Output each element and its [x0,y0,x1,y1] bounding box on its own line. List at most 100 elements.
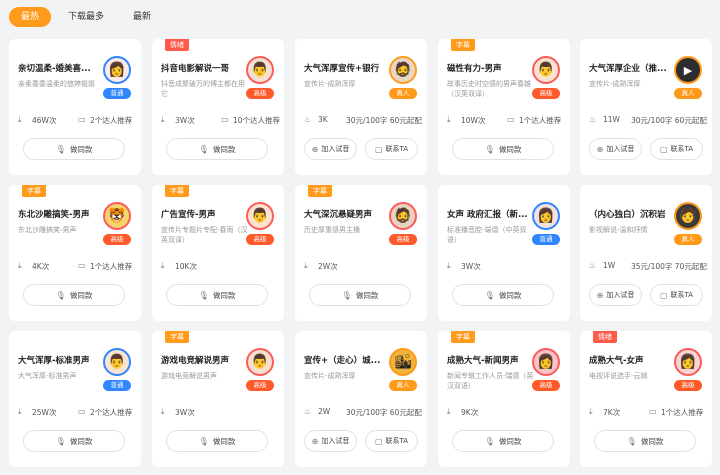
contact-label: 联系TA [670,291,694,299]
level-badge: 高级 [246,380,274,391]
price-text: 30元/100字 60元起配 [346,116,422,125]
voice-avatar[interactable]: 👨 [103,348,131,376]
recommend-count: 2个达人推荐 [90,116,133,125]
contact-button[interactable]: ▢ 联系TA [650,284,703,306]
category-tag: 字幕 [308,185,332,197]
voice-card[interactable]: 字幕 游戏电竞解说男声 游戏电竞解说男声 👨 高级 ⤓ 3W次 🎙 做同款 [152,331,284,467]
voice-card[interactable]: 大气浑厚宣传+银行 宣传片-成熟浑厚 🧔 真人 ♨ 3K 30元/100字 60元起配 ⊕ 加入… [295,39,427,175]
video-icon: ▭ [78,261,86,270]
mic-icon: 🎙 [198,144,209,154]
listen-label: 做同款 [212,290,236,300]
voice-avatar[interactable]: 🧑 [674,202,702,230]
listen-button[interactable]: 🎙 做同款 [23,430,125,452]
voice-card[interactable]: 字幕 东北沙雕搞笑-男声 东北沙雕搞笑-男声 🐯 高级 ⤓ 4K次 ▭ 1个达人推荐 🎙 做同款 [9,185,141,321]
video-icon: ▭ [78,407,86,416]
listen-button[interactable]: 🎙 做同款 [594,430,696,452]
try-voice-label: 加入试音 [606,291,635,299]
recommend-count: 2个达人推荐 [90,408,133,417]
voice-avatar[interactable]: 👩 [532,348,560,376]
voice-title: 广告宣传-男声 [161,210,216,220]
voice-description: 抖音成聚破万的博主都在用它 [161,80,245,98]
voice-avatar[interactable]: 🐯 [103,202,131,230]
card-stats: ⤓ 10W次 ▭ 1个达人推荐 [447,115,565,127]
card-stats: ⤓ 3W次 [447,261,565,273]
listen-button[interactable]: 🎙 做同款 [166,430,268,452]
voice-avatar[interactable]: 👨 [246,56,274,84]
download-icon: ⤓ [304,261,308,270]
download-icon: ⤓ [447,407,451,416]
voice-avatar[interactable]: 👨 [246,348,274,376]
voice-card[interactable]: 女声 政府汇报（新... 标准播音腔-端熠（中英双语） 👩 普通 ⤓ 3W次 🎙 做同款 [438,185,570,321]
voice-avatar[interactable]: 👩 [532,202,560,230]
listen-button[interactable]: 🎙 做同款 [309,284,411,306]
download-count: 25W次 [32,408,57,417]
download-count: 9K次 [461,408,479,417]
try-voice-button[interactable]: ⊕ 加入试音 [589,284,642,306]
card-stats: ⤓ 3W次 ▭ 10个达人推荐 [161,115,280,127]
listen-button[interactable]: 🎙 做同款 [452,284,554,306]
video-icon: ▭ [507,115,515,124]
category-tag: 字幕 [22,185,46,197]
add-icon: ⊕ [596,144,604,154]
voice-card[interactable]: 大气浑厚企业（推... 宣传片-成熟浑厚 ▶ 真人 ♨ 11W 30元/100字 60元起配… [580,39,712,175]
download-icon: ⤓ [447,115,451,124]
voice-avatar[interactable]: 🧔 [389,202,417,230]
listen-label: 做同款 [498,144,522,154]
contact-button[interactable]: ▢ 联系TA [365,138,418,160]
download-count: 7K次 [603,408,621,417]
mic-icon: 🎙 [198,290,209,300]
category-tag: 字幕 [165,331,189,343]
contact-button[interactable]: ▢ 联系TA [365,430,418,452]
level-badge: 高级 [246,88,274,99]
listen-button[interactable]: 🎙 做同款 [23,284,125,306]
fire-icon: ♨ [304,115,312,124]
level-badge: 高级 [389,234,417,245]
voice-card[interactable]: 字幕 大气深沉悬疑男声 历史厚重感男主播 🧔 高级 ⤓ 2W次 🎙 做同款 [295,185,427,321]
download-icon: ⤓ [161,407,165,416]
tab-most-downloaded[interactable]: 下载最多 [60,7,112,27]
download-count: 4K次 [32,262,50,271]
tab-newest[interactable]: 最新 [122,7,162,27]
voice-avatar[interactable]: 👨 [246,202,274,230]
mic-icon: 🎙 [484,436,495,446]
listen-label: 做同款 [69,436,93,446]
download-icon: ⤓ [18,407,22,416]
voice-card[interactable]: 字幕 广告宣传-男声 宣传片专题片专配-春雨（汉英双译） 👨 高级 ⤓ 10K次 🎙 做同款 [152,185,284,321]
voice-avatar[interactable]: 👩 [103,56,131,84]
voice-card[interactable]: （内心独白）沉积岩 影视解说-温和抒情 🧑 真人 ♨ 1W 35元/100字 70元起配 ⊕ 加… [580,185,712,321]
play-count: 1W [603,261,616,270]
voice-card[interactable]: 宣传+（走心）城... 宣传片-成熟浑厚 🏙 真人 ♨ 2W 30元/100字 60元起配 ⊕… [295,331,427,467]
listen-button[interactable]: 🎙 做同款 [452,138,554,160]
voice-avatar[interactable]: 🏙 [389,348,417,376]
voice-card[interactable]: 字幕 磁性有力-男声 故事历史时空感的男声春雄（汉英双译） 👨 高级 ⤓ 10W次 ▭ 1个达人… [438,39,570,175]
voice-card[interactable]: 亲切温柔-婚美喜... 亲柔委委温柔的悠婷姐姐 👩 普通 ⤓ 46W次 ▭ 2个达人推荐 🎙 做同… [9,39,141,175]
try-voice-button[interactable]: ⊕ 加入试音 [304,430,357,452]
play-count: 11W [603,115,620,124]
voice-avatar[interactable]: 👩 [674,348,702,376]
try-voice-button[interactable]: ⊕ 加入试音 [304,138,357,160]
voice-card[interactable]: 大气浑厚-标准男声 大气浑厚-标准男声 👨 普通 ⤓ 25W次 ▭ 2个达人推荐 🎙 做同款 [9,331,141,467]
voice-title: 游戏电竞解说男声 [161,356,230,366]
try-voice-button[interactable]: ⊕ 加入试音 [589,138,642,160]
level-badge: 高级 [532,88,560,99]
voice-avatar[interactable]: 🧔 [389,56,417,84]
download-count: 10K次 [175,262,197,271]
contact-button[interactable]: ▢ 联系TA [650,138,703,160]
mic-icon: 🎙 [626,436,637,446]
voice-avatar[interactable]: ▶ [674,56,702,84]
voice-avatar[interactable]: 👨 [532,56,560,84]
video-icon: ▭ [221,115,229,124]
listen-button[interactable]: 🎙 做同款 [23,138,125,160]
voice-title: 抖音电影解说一哥 [161,64,230,74]
level-badge: 高级 [246,234,274,245]
mic-icon: 🎙 [484,144,495,154]
listen-label: 做同款 [69,144,93,154]
listen-button[interactable]: 🎙 做同款 [452,430,554,452]
voice-card[interactable]: 情绪 成熟大气-女声 电视评说选手-云嫣 👩 高级 ⤓ 7K次 ▭ 1个达人推荐 🎙 做同款 [580,331,712,467]
listen-button[interactable]: 🎙 做同款 [166,284,268,306]
voice-card[interactable]: 情绪 抖音电影解说一哥 抖音成聚破万的博主都在用它 👨 高级 ⤓ 3W次 ▭ 10个达人推荐 🎙 做… [152,39,284,175]
tab-hottest[interactable]: 最热 [9,7,51,27]
voice-title: 磁性有力-男声 [447,64,502,74]
voice-card[interactable]: 字幕 成熟大气-新闻男声 新闻专辑工作人员-瑞德（英汉双语） 👩 高级 ⤓ 9K次 🎙 做同款 [438,331,570,467]
listen-button[interactable]: 🎙 做同款 [166,138,268,160]
